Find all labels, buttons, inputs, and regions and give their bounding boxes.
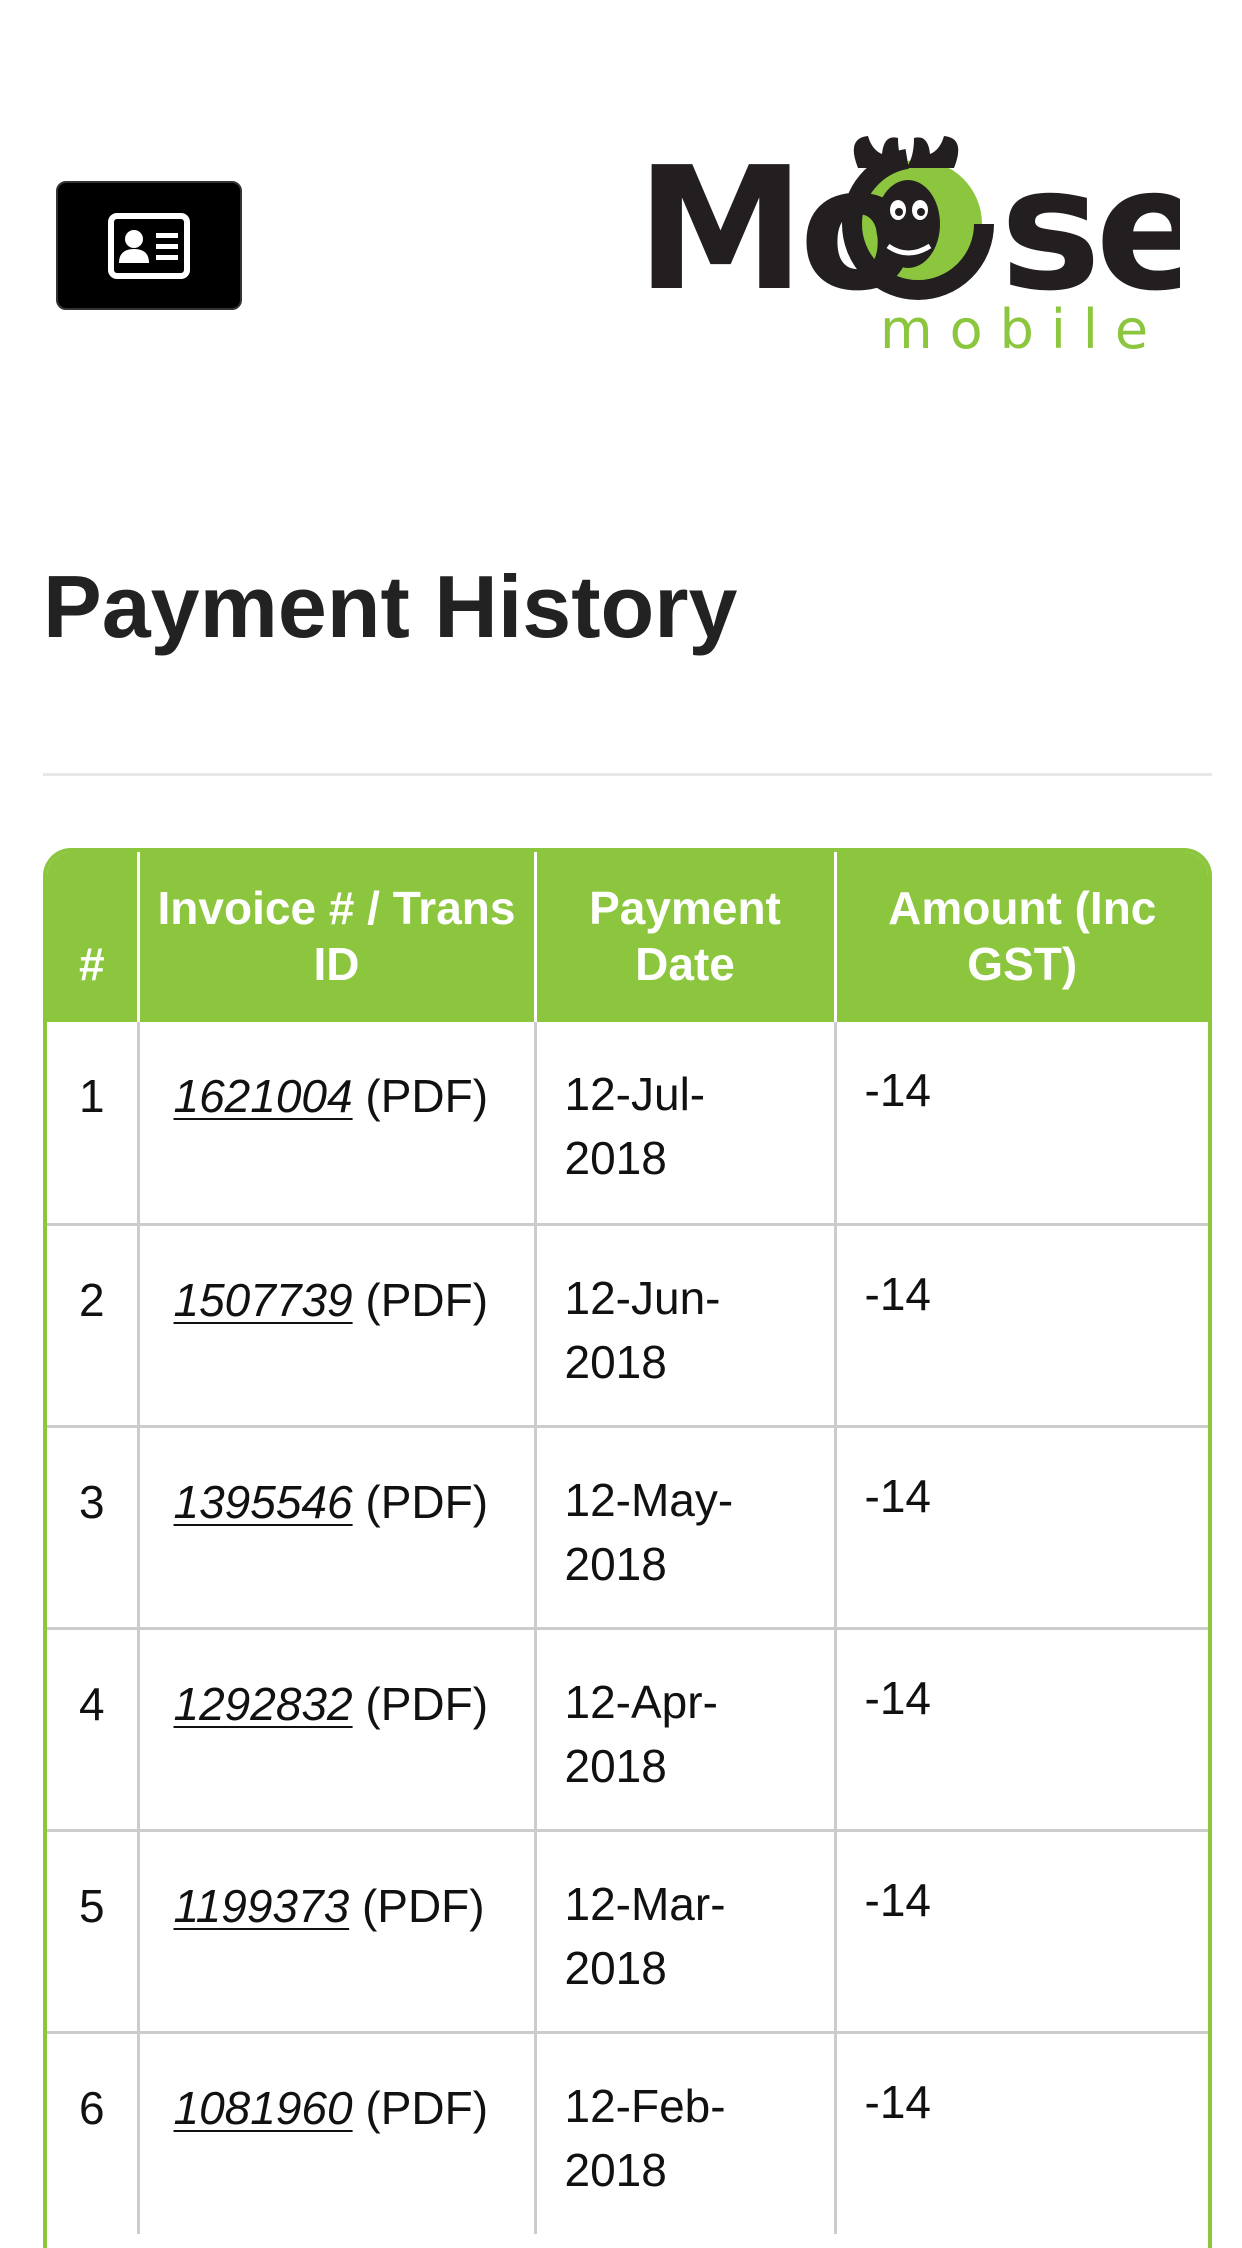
invoice-cell: 1081960 (PDF) [136, 2030, 535, 2234]
table-row: 6 1081960 (PDF) 12-Feb-2018 -14 [47, 2030, 1208, 2234]
row-number: 5 [47, 1828, 138, 2032]
pdf-link[interactable]: (PDF) [365, 1274, 488, 1326]
payment-date: 12-Apr-2018 [533, 1626, 835, 1830]
invoice-cell: 1395546 (PDF) [136, 1424, 535, 1628]
invoice-cell: 1621004 (PDF) [136, 1022, 535, 1224]
divider [43, 773, 1212, 776]
row-number: 1 [78, 1070, 105, 1122]
payment-date: 12-May-2018 [533, 1424, 835, 1628]
moose-mobile-logo[interactable]: Mo se mobile [636, 128, 1180, 361]
invoice-link[interactable]: 1081960 [174, 2082, 353, 2134]
invoice-cell: 1292832 (PDF) [136, 1626, 535, 1830]
pdf-link[interactable]: (PDF) [365, 2082, 488, 2134]
payment-date: 12-Feb-2018 [533, 2030, 835, 2234]
table-row: 1 1621004 (PDF) 12-Jul-2018 -14 [47, 1022, 1208, 1224]
row-number: 6 [47, 2030, 138, 2234]
svg-text:se: se [1000, 131, 1180, 308]
column-header-payment-date: Payment Date [533, 852, 835, 1022]
table-row: 3 1395546 (PDF) 12-May-2018 -14 [47, 1424, 1208, 1628]
pdf-link[interactable]: (PDF) [365, 1678, 488, 1730]
payment-date: 12-Jul-2018 [533, 1022, 835, 1224]
payment-date: 12-Mar-2018 [533, 1828, 835, 2032]
table-row: 4 1292832 (PDF) 12-Apr-2018 -14 [47, 1626, 1208, 1830]
invoice-cell: 1507739 (PDF) [136, 1222, 535, 1426]
table-row: 5 1199373 (PDF) 12-Mar-2018 -14 [47, 1828, 1208, 2032]
invoice-link[interactable]: 1621004 [174, 1070, 353, 1122]
table-header-row: # Invoice # / Trans ID Payment Date Amou… [47, 852, 1208, 1022]
logo-subtitle: mobile [880, 298, 1166, 361]
amount: -14 [833, 1828, 1208, 2032]
id-card-icon [108, 212, 190, 279]
row-number: 4 [47, 1626, 138, 1830]
payment-history-table: # Invoice # / Trans ID Payment Date Amou… [43, 848, 1212, 2248]
page-title: Payment History [43, 557, 738, 656]
pdf-link[interactable]: (PDF) [362, 1880, 485, 1932]
table-row: 2 1507739 (PDF) 12-Jun-2018 -14 [47, 1222, 1208, 1426]
pdf-link[interactable]: (PDF) [365, 1070, 488, 1122]
invoice-cell: 1199373 (PDF) [136, 1828, 535, 2032]
invoice-link[interactable]: 1507739 [174, 1274, 353, 1326]
app-header: Mo se mobile [0, 0, 1242, 420]
invoice-link[interactable]: 1292832 [174, 1678, 353, 1730]
column-header-amount: Amount (Inc GST) [833, 852, 1208, 1022]
invoice-link[interactable]: 1199373 [174, 1880, 350, 1932]
amount: -14 [833, 1424, 1208, 1628]
logo-wordmark: Mo se [636, 131, 1180, 308]
row-number: 3 [47, 1424, 138, 1628]
profile-button[interactable] [56, 181, 242, 310]
amount: -14 [833, 2030, 1208, 2234]
amount: -14 [833, 1022, 1208, 1224]
row-number: 2 [47, 1222, 138, 1426]
amount: -14 [833, 1222, 1208, 1426]
amount: -14 [833, 1626, 1208, 1830]
column-header-invoice: Invoice # / Trans ID [136, 852, 535, 1022]
invoice-link[interactable]: 1395546 [174, 1476, 353, 1528]
column-header-number: # [47, 852, 138, 1022]
payment-date: 12-Jun-2018 [533, 1222, 835, 1426]
pdf-link[interactable]: (PDF) [365, 1476, 488, 1528]
